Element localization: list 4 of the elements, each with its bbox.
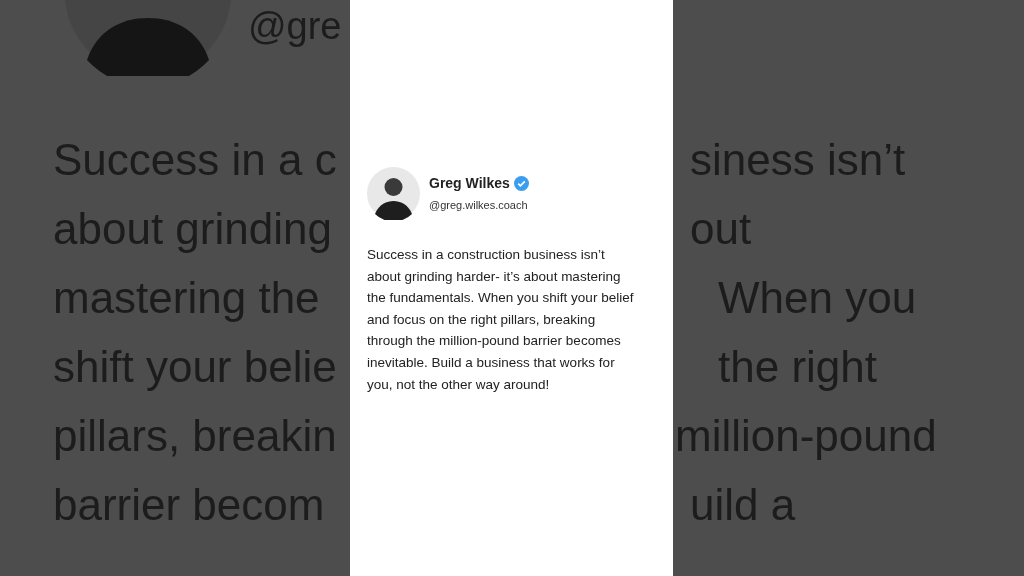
avatar-silhouette [367,167,420,220]
author-handle: @greg.wilkes.coach [429,198,529,214]
author-name: Greg Wilkes [429,174,510,194]
post-text: Success in a construction business isn’t about grinding harder- it’s about mastering the fundamentals. When you shift your belief and focus on the right pillars, breaking through the million-pound barrier becomes inevitable. Build a business that works for you, not the other way around! [367,246,635,394]
